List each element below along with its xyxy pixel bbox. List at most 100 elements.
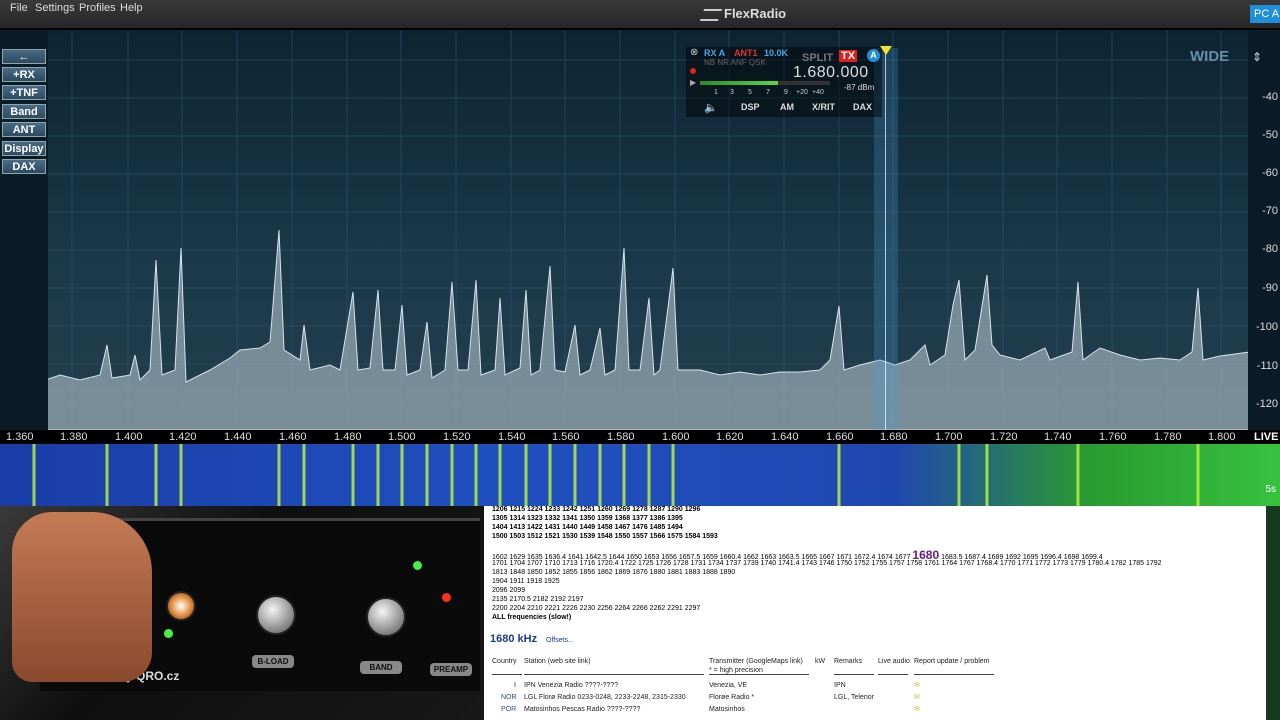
row-country: NOR	[501, 694, 517, 701]
row-transmitter[interactable]: Matosinhos	[709, 706, 745, 713]
freq-line[interactable]: 1404 1413 1422 1431 1440 1449 1458 1467 …	[492, 524, 683, 531]
dbm-tick: -60	[1262, 167, 1278, 179]
freq-line[interactable]: 2200 2204 2210 2221 2226 2230 2256 2264 …	[492, 605, 700, 612]
report-icon[interactable]: ✉	[914, 705, 920, 713]
freq-line[interactable]: 1904 1911 1918 1925	[492, 578, 560, 585]
record-icon[interactable]	[690, 68, 696, 74]
row-transmitter[interactable]: Venezia, VE	[709, 682, 747, 689]
freq-tick: 1.760	[1099, 431, 1127, 443]
freq-line[interactable]: 1305 1314 1323 1332 1341 1350 1359 1368 …	[492, 515, 683, 522]
col-remarks: Remarks	[834, 658, 863, 665]
dsp-flags: NB NR ANF QSK	[704, 58, 766, 67]
col-rule	[878, 674, 908, 675]
menu-profiles[interactable]: Profiles	[79, 2, 116, 14]
slice-letter[interactable]: A	[867, 49, 880, 62]
waterfall-lines	[32, 444, 1200, 506]
spectrum-trace	[0, 229, 1251, 430]
logo-wave-icon	[699, 8, 723, 21]
dax-button[interactable]: DAX	[2, 159, 46, 174]
s-meter	[700, 81, 830, 85]
pan-menu-icon[interactable]: ⇕	[1252, 50, 1262, 64]
report-icon[interactable]: ✉	[914, 693, 920, 701]
frequency-axis[interactable]: 1.360 1.380 1.400 1.420 1.440 1.460 1.48…	[0, 430, 1280, 444]
dax-tab[interactable]: DAX	[853, 102, 872, 112]
dbm-tick: -90	[1262, 282, 1278, 294]
menu-settings[interactable]: Settings	[35, 2, 75, 14]
offsets-link[interactable]: Offsets...	[546, 637, 574, 644]
slice-frequency[interactable]: 1.680.000	[793, 64, 869, 82]
close-slice-icon[interactable]: ⊗	[690, 47, 698, 58]
col-rule	[914, 674, 994, 675]
waterfall-right-edge	[1266, 506, 1280, 720]
slice-marker-icon[interactable]	[880, 46, 892, 56]
freq-line[interactable]: 2135 2170.5 2182 2192 2197	[492, 596, 583, 603]
speaker-icon[interactable]: 🔈	[704, 101, 718, 114]
freq-tick: 1.640	[771, 431, 799, 443]
dbm-tick: -40	[1262, 91, 1278, 103]
add-tnf-button[interactable]: +TNF	[2, 85, 46, 100]
freq-line[interactable]: 2096 2099	[492, 587, 525, 594]
freq-tick: 1.740	[1044, 431, 1072, 443]
rx-label[interactable]: RX A	[704, 48, 725, 58]
freq-tick: 1.580	[607, 431, 635, 443]
brand-name: FlexRadio	[724, 6, 787, 21]
led-red	[442, 593, 451, 602]
freq-line[interactable]: 1701 1704 1707 1710 1713 1716 1720.4 172…	[492, 560, 1162, 567]
row-station[interactable]: IPN Venezia Radio ????-????	[524, 682, 618, 689]
panadapter[interactable]: ← +RX +TNF Band ANT Display DAX ⊗ RX A A…	[0, 30, 1280, 430]
waterfall[interactable]: 5s	[0, 444, 1280, 506]
led-green-1	[164, 629, 173, 638]
menu-help[interactable]: Help	[120, 2, 143, 14]
freq-tick: 1.480	[334, 431, 362, 443]
video-overlay: ANT SWITCH by QRO.cz B-LOAD BAND PREAMP	[0, 506, 484, 720]
s-meter-fill	[700, 81, 778, 85]
band-label: BAND	[360, 661, 402, 674]
col-live-audio: Live audio	[878, 658, 910, 665]
freq-tick: 1.560	[552, 431, 580, 443]
play-icon[interactable]: ▶	[690, 78, 696, 87]
split-label[interactable]: SPLIT	[802, 52, 833, 64]
menu-file[interactable]: File	[10, 2, 28, 14]
freq-tick: 1.520	[443, 431, 471, 443]
freq-tick: 1.380	[60, 431, 88, 443]
knob-rotary-lit	[166, 591, 196, 621]
filter-label[interactable]: 10.0K	[764, 48, 788, 58]
bload-label: B-LOAD	[252, 655, 294, 668]
freq-line[interactable]: 1206 1215 1224 1233 1242 1251 1260 1269 …	[492, 506, 700, 513]
row-transmitter[interactable]: Florøe Radio *	[709, 694, 754, 701]
dbm-tick: -110	[1256, 360, 1278, 372]
freq-line[interactable]: 1813 1848 1850 1852 1855 1856 1862 1869 …	[492, 569, 735, 576]
report-icon[interactable]: ✉	[914, 681, 920, 689]
all-frequencies-link[interactable]: ALL frequencies (slow!)	[492, 614, 571, 621]
freq-tick: 1.680	[880, 431, 908, 443]
ant-button[interactable]: ANT	[2, 122, 46, 137]
add-rx-button[interactable]: +RX	[2, 67, 46, 82]
frequency-web-page[interactable]: 1206 1215 1224 1233 1242 1251 1260 1269 …	[484, 506, 1266, 720]
row-country: I	[514, 682, 516, 689]
freq-tick: 1.400	[115, 431, 143, 443]
xrit-tab[interactable]: X/RIT	[812, 102, 835, 112]
mode-tab[interactable]: AM	[780, 102, 794, 112]
row-station[interactable]: LGL Florø Radio 0233-0248, 2233-2248, 23…	[524, 694, 686, 701]
row-remarks: LGL, Telenor	[834, 694, 874, 701]
ant-label[interactable]: ANT1	[734, 48, 758, 58]
col-station: Station (web site link)	[524, 658, 591, 665]
freq-tick: 1.700	[935, 431, 963, 443]
row-station[interactable]: Matosinhos Pescas Radio ????-????	[524, 706, 640, 713]
band-button[interactable]: Band	[2, 104, 46, 119]
tx-badge[interactable]: TX	[839, 50, 858, 62]
col-rule	[834, 674, 874, 675]
dsp-tab[interactable]: DSP	[741, 102, 760, 112]
freq-tick: 1.600	[662, 431, 690, 443]
live-indicator[interactable]: LIVE	[1254, 431, 1278, 443]
profile-badge[interactable]: PC A	[1250, 5, 1280, 23]
display-button[interactable]: Display	[2, 141, 46, 156]
freq-tick: 1.360	[6, 431, 34, 443]
dbm-scale[interactable]: -40 -50 -60 -70 -80 -90 -100 -110 -120	[1248, 30, 1280, 430]
collapse-arrow-button[interactable]: ←	[2, 49, 46, 64]
freq-tick: 1.800	[1208, 431, 1236, 443]
freq-tick: 1.460	[279, 431, 307, 443]
row-remarks: IPN	[834, 682, 846, 689]
freq-line[interactable]: 1500 1503 1512 1521 1530 1539 1548 1550 …	[492, 533, 718, 540]
dbm-tick: -100	[1255, 321, 1278, 333]
